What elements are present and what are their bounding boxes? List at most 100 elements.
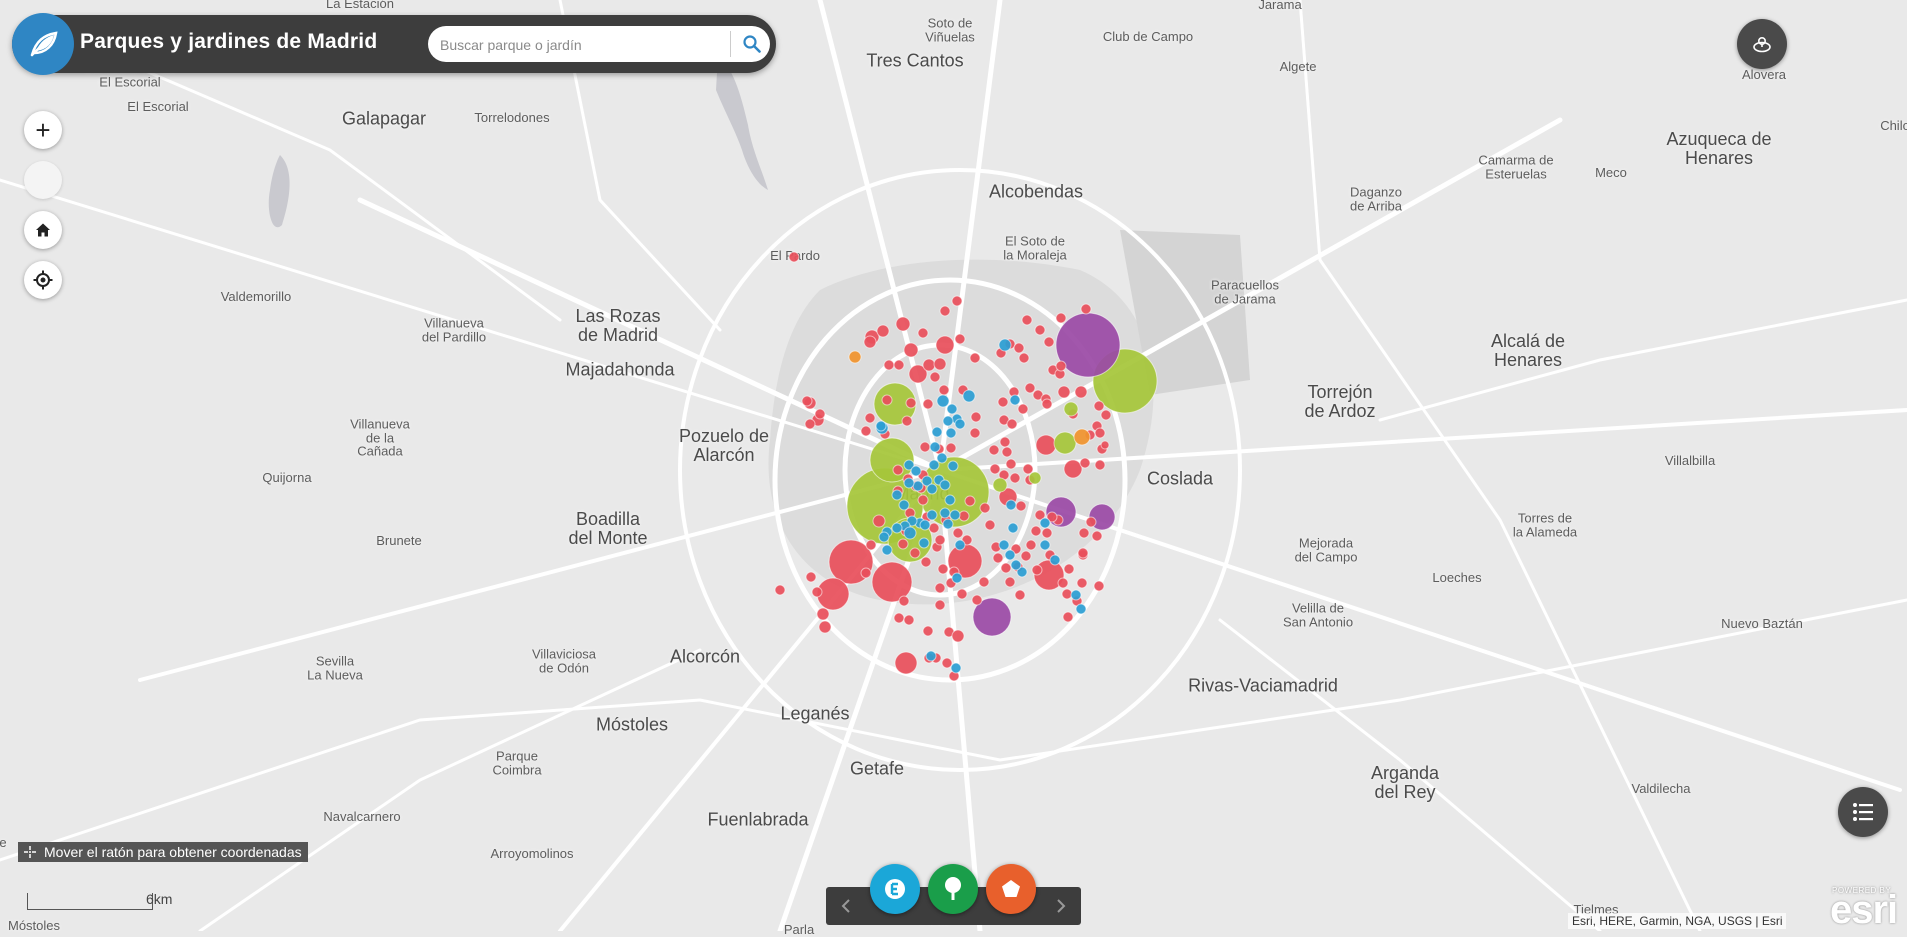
park-point-blue[interactable] <box>926 509 938 521</box>
park-point-blue[interactable] <box>903 477 915 489</box>
park-point-red[interactable] <box>1013 342 1025 354</box>
park-point-red[interactable] <box>1077 547 1089 559</box>
park-point-blue[interactable] <box>1004 549 1016 561</box>
park-point-blue[interactable] <box>954 418 966 430</box>
park-point-red[interactable] <box>892 464 904 476</box>
park-point-blue[interactable] <box>875 420 887 432</box>
park-point-blue[interactable] <box>1075 603 1087 615</box>
park-point-blue[interactable] <box>939 507 951 519</box>
park-point-red[interactable] <box>1009 472 1021 484</box>
park-point-blue[interactable] <box>998 338 1012 352</box>
park-point-green[interactable] <box>1053 431 1077 455</box>
park-point-red[interactable] <box>1076 577 1088 589</box>
category-button-tree[interactable] <box>928 864 978 914</box>
park-point-blue[interactable] <box>903 526 917 540</box>
park-point-red[interactable] <box>1079 457 1091 469</box>
esri-logo[interactable]: POWERED BY esri <box>1822 884 1904 932</box>
park-point-blue[interactable] <box>950 662 962 674</box>
park-point-red[interactable] <box>934 534 946 546</box>
park-point-blue[interactable] <box>962 389 976 403</box>
basemap-gallery-button[interactable] <box>1737 19 1787 69</box>
park-point-red[interactable] <box>928 522 940 534</box>
park-point-red[interactable] <box>1017 403 1029 415</box>
map-attribution[interactable]: Esri, HERE, Garmin, NGA, USGS | Esri <box>1568 913 1787 929</box>
park-point-red[interactable] <box>920 556 932 568</box>
home-button[interactable] <box>24 211 62 249</box>
park-point-red[interactable] <box>958 510 970 522</box>
park-point-red[interactable] <box>997 396 1009 408</box>
park-point-red[interactable] <box>903 342 919 358</box>
park-point-red[interactable] <box>895 316 911 332</box>
park-point-red[interactable] <box>1001 446 1013 458</box>
park-point-red[interactable] <box>979 502 991 514</box>
park-point-red[interactable] <box>1030 525 1042 537</box>
park-point-red[interactable] <box>1015 500 1027 512</box>
park-point-red[interactable] <box>1085 516 1097 528</box>
park-point-red[interactable] <box>941 657 953 669</box>
park-point-red[interactable] <box>1043 336 1055 348</box>
park-point-blue[interactable] <box>949 509 961 521</box>
park-point-red[interactable] <box>1094 427 1106 439</box>
park-point-red[interactable] <box>901 415 913 427</box>
park-point-red[interactable] <box>788 251 800 263</box>
map-view[interactable]: La EstaciónSan Lorenzo de El EscorialEl … <box>0 0 1907 936</box>
park-point-red[interactable] <box>1057 577 1069 589</box>
park-point-red[interactable] <box>1055 312 1067 324</box>
park-point-red[interactable] <box>1061 588 1073 600</box>
park-point-orange[interactable] <box>1073 428 1091 446</box>
park-point-red[interactable] <box>805 571 817 583</box>
park-point-red[interactable] <box>1022 463 1034 475</box>
park-point-blue[interactable] <box>929 441 941 453</box>
park-point-red[interactable] <box>1055 360 1067 372</box>
park-point-red[interactable] <box>814 408 826 420</box>
park-point-red[interactable] <box>883 359 895 371</box>
park-point-green[interactable] <box>1063 401 1079 417</box>
park-point-red[interactable] <box>999 436 1011 448</box>
park-point-blue[interactable] <box>1009 394 1021 406</box>
park-point-red[interactable] <box>992 552 1004 564</box>
park-point-blue[interactable] <box>942 518 954 530</box>
park-point-red[interactable] <box>1057 385 1071 399</box>
park-point-red[interactable] <box>865 539 877 551</box>
park-point-blue[interactable] <box>910 465 922 477</box>
park-point-red[interactable] <box>1041 527 1053 539</box>
park-point-red[interactable] <box>1005 458 1017 470</box>
park-point-red[interactable] <box>1018 352 1030 364</box>
legend-button[interactable] <box>1838 787 1888 837</box>
park-point-blue[interactable] <box>912 480 924 492</box>
park-point-blue[interactable] <box>1070 589 1082 601</box>
park-point-red[interactable] <box>922 625 934 637</box>
park-point-red[interactable] <box>1100 440 1110 450</box>
park-point-red[interactable] <box>1091 530 1103 542</box>
park-point-red[interactable] <box>935 335 955 355</box>
park-point-blue[interactable] <box>944 494 956 506</box>
search-button[interactable] <box>734 26 770 62</box>
park-point-red[interactable] <box>1078 527 1090 539</box>
park-point-blue[interactable] <box>925 650 937 662</box>
locate-button[interactable] <box>24 261 62 299</box>
park-point-blue[interactable] <box>1007 522 1019 534</box>
park-point-red[interactable] <box>1020 550 1032 562</box>
park-point-red[interactable] <box>919 441 931 453</box>
park-point-red[interactable] <box>905 397 917 409</box>
park-point-red[interactable] <box>971 594 983 606</box>
park-point-blue[interactable] <box>928 459 940 471</box>
park-point-red[interactable] <box>934 599 946 611</box>
category-button-e[interactable] <box>870 864 920 914</box>
park-point-red[interactable] <box>1004 576 1016 588</box>
park-point-red[interactable] <box>951 629 965 643</box>
search-input[interactable] <box>438 26 707 64</box>
park-point-blue[interactable] <box>1039 517 1051 529</box>
zoom-in-button[interactable]: + <box>24 111 62 149</box>
park-point-red[interactable] <box>988 444 1000 456</box>
park-point-red[interactable] <box>1031 564 1043 576</box>
park-point-red[interactable] <box>864 412 876 424</box>
park-point-blue[interactable] <box>939 479 951 491</box>
park-point-green[interactable] <box>1028 471 1042 485</box>
park-point-blue[interactable] <box>951 572 963 584</box>
park-point-red[interactable] <box>1074 385 1088 399</box>
park-point-red[interactable] <box>933 357 947 371</box>
park-point-red[interactable] <box>876 324 890 338</box>
park-point-blue[interactable] <box>954 539 966 551</box>
park-point-red[interactable] <box>1094 459 1106 471</box>
